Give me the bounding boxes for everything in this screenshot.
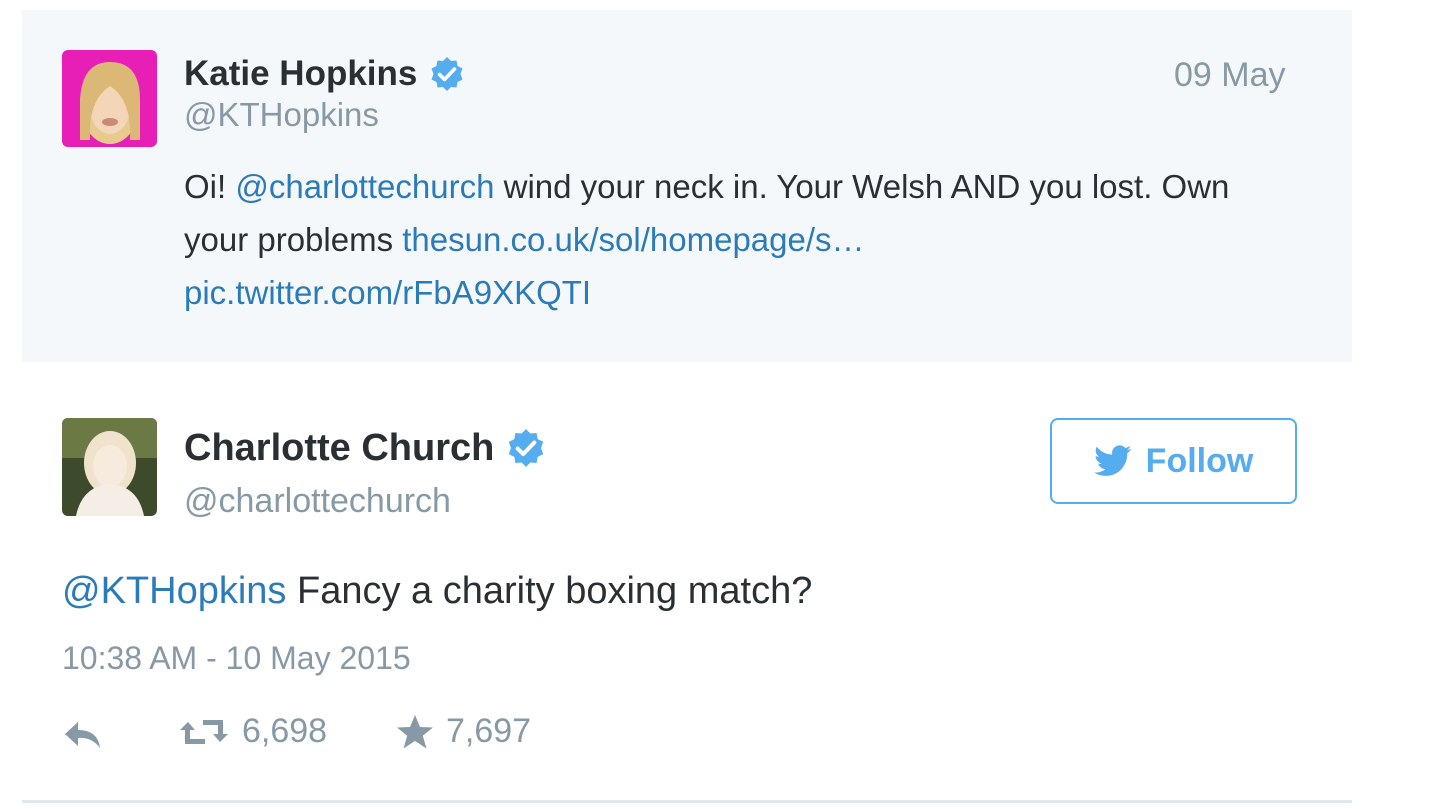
favorite-count: 7,697 <box>446 712 532 750</box>
pic-twitter-link[interactable]: pic.twitter.com/rFbA9XKQTI <box>184 274 591 311</box>
tweet-author-name[interactable]: Charlotte Church <box>184 424 546 472</box>
bottom-divider <box>22 800 1352 803</box>
quoted-text-prefix: Oi! <box>184 168 236 205</box>
quoted-author-name-text: Katie Hopkins <box>184 54 418 93</box>
reply-button[interactable] <box>62 718 104 752</box>
mention-link-kthopkins[interactable]: @KTHopkins <box>62 570 286 612</box>
quoted-tweet-date[interactable]: 09 May <box>1174 56 1286 95</box>
tweet-author-name-text: Charlotte Church <box>184 426 495 469</box>
quoted-author-name[interactable]: Katie Hopkins <box>184 52 465 96</box>
star-icon <box>396 714 434 750</box>
retweet-count: 6,698 <box>242 712 328 750</box>
charlotte-church-avatar[interactable] <box>62 418 157 516</box>
tweet-author-handle[interactable]: @charlottechurch <box>184 482 451 521</box>
verified-badge-icon <box>506 428 546 468</box>
twitter-bird-icon <box>1093 445 1146 477</box>
verified-badge-icon <box>429 56 465 92</box>
follow-button[interactable]: Follow <box>1050 418 1297 504</box>
quoted-tweet-text: Oi! @charlottechurch wind your neck in. … <box>184 160 1264 319</box>
thesun-link[interactable]: thesun.co.uk/sol/homepage/s… <box>402 221 864 258</box>
mention-link-charlottechurch[interactable]: @charlottechurch <box>235 168 494 205</box>
katie-hopkins-avatar[interactable] <box>62 50 157 147</box>
retweet-icon <box>178 714 230 750</box>
follow-button-label: Follow <box>1145 441 1254 480</box>
retweet-button[interactable]: 6,698 <box>178 712 327 751</box>
quoted-author-handle[interactable]: @KTHopkins <box>184 96 379 134</box>
favorite-button[interactable]: 7,697 <box>396 712 531 751</box>
tweet-text: @KTHopkins Fancy a charity boxing match? <box>62 570 812 613</box>
reply-icon <box>62 718 104 752</box>
tweet-timestamp[interactable]: 10:38 AM - 10 May 2015 <box>62 640 411 677</box>
tweet-text-body: Fancy a charity boxing match? <box>286 570 813 612</box>
quoted-tweet-card[interactable]: Katie Hopkins @KTHopkins 09 May Oi! @cha… <box>22 10 1352 362</box>
